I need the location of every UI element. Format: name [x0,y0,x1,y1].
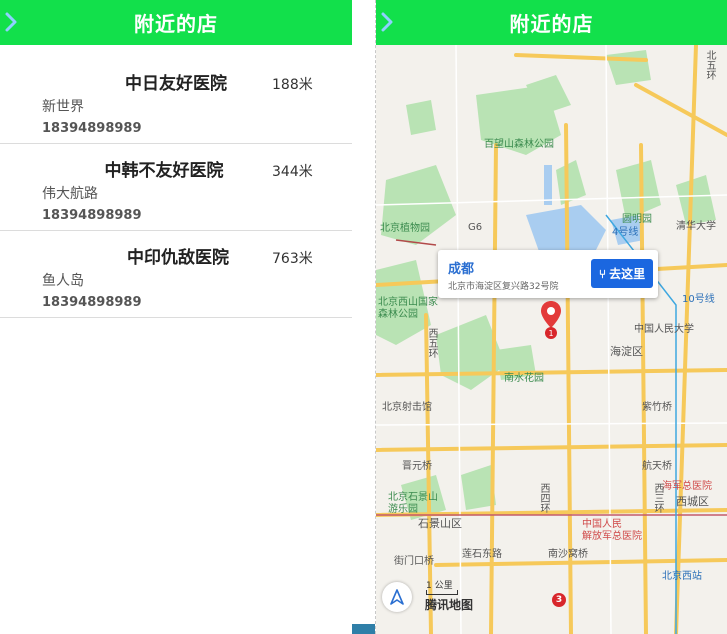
map-label: 清华大学 [676,221,716,232]
map-label: 街门口桥 [394,556,434,567]
map-logo: 腾讯地图 [425,598,474,612]
map-label: 森林公园 [378,309,418,320]
store-distance: 188米 [272,77,313,93]
map-label: 南沙窝桥 [548,549,588,560]
list-item[interactable]: 中印仇敌医院 763米 鱼人岛 18394898989 [0,231,352,318]
store-phone[interactable]: 18394898989 [42,121,142,136]
map-label: 莲石东路 [462,549,502,560]
store-address: 鱼人岛 [42,273,84,289]
map-pin-icon: 1 [541,301,561,339]
navigate-button[interactable]: ⑂ 去这里 [591,259,653,288]
back-button[interactable] [380,8,400,36]
compass-icon [390,589,404,605]
map-label: 百望山森林公园 [484,139,554,150]
map-label: 北京植物园 [380,223,430,234]
store-list-panel: 附近的店 中日友好医院 188米 新世界 18394898989 中韩不友好医院… [0,0,352,634]
map-label: 解放军总医院 [582,531,642,542]
map-label: 北五环 [704,50,715,80]
map-view[interactable]: 百望山森林公园 北京植物园 圆明园 清华大学 北京西山国家 森林公园 中国人民大… [376,45,727,634]
map-label: 海淀区 [610,345,643,358]
map-label: 晋元桥 [402,461,432,472]
map-label: 西五环 [426,328,437,358]
map-label: 中国人民大学 [634,324,694,335]
header-bar: 附近的店 [0,0,352,45]
pin-number: 1 [548,329,553,338]
map-panel: 附近的店 百望山森林公园 北京植物园 圆明园 清华大学 北京西山国家 森林公园 … [375,0,727,634]
scroll-indicator [352,624,375,634]
map-label: 4号线 [612,227,639,238]
store-phone[interactable]: 18394898989 [42,295,142,310]
callout-address: 北京市海淀区复兴路32号院 [448,282,559,292]
store-phone[interactable]: 18394898989 [42,208,142,223]
map-label: 海军总医院 [662,481,712,492]
list-item[interactable]: 中日友好医院 188米 新世界 18394898989 [0,57,352,144]
map-label: 游乐园 [388,504,418,515]
map-label: 西四环 [538,483,549,513]
map-label: 南水花园 [504,373,544,384]
map-label: 紫竹桥 [642,402,672,413]
map-label: 西三环 [652,483,663,513]
store-distance: 344米 [272,164,313,180]
panel-divider [352,0,375,634]
map-label: 石景山区 [418,517,462,530]
map-marker[interactable]: 3 [552,593,566,607]
store-address: 新世界 [42,99,84,115]
back-button[interactable] [4,8,24,36]
route-icon: ⑂ [598,266,607,281]
store-list: 中日友好医院 188米 新世界 18394898989 中韩不友好医院 344米… [0,57,352,318]
store-address: 伟大航路 [42,186,98,202]
navigate-button-label: 去这里 [609,267,646,281]
map-label: 北京射击馆 [382,402,432,413]
list-item[interactable]: 中韩不友好医院 344米 伟大航路 18394898989 [0,144,352,231]
map-label: 西城区 [676,495,709,508]
map-pin-marker[interactable]: 1 [540,300,562,344]
page-title: 附近的店 [134,12,218,36]
callout-title: 成都 [448,262,475,277]
map-label: 10号线 [682,294,715,305]
map-label: G6 [468,222,483,233]
location-callout[interactable]: 成都 北京市海淀区复兴路32号院 ⑂ 去这里 [438,250,658,298]
header-bar: 附近的店 [376,0,727,45]
map-label: 航天桥 [642,461,672,472]
locate-button[interactable] [382,582,412,612]
scale-bar [426,590,458,595]
chevron-right-icon [5,12,17,32]
page-title: 附近的店 [509,12,594,36]
chevron-right-icon [381,12,393,32]
map-label: 北京西站 [662,571,702,582]
store-distance: 763米 [272,251,313,267]
